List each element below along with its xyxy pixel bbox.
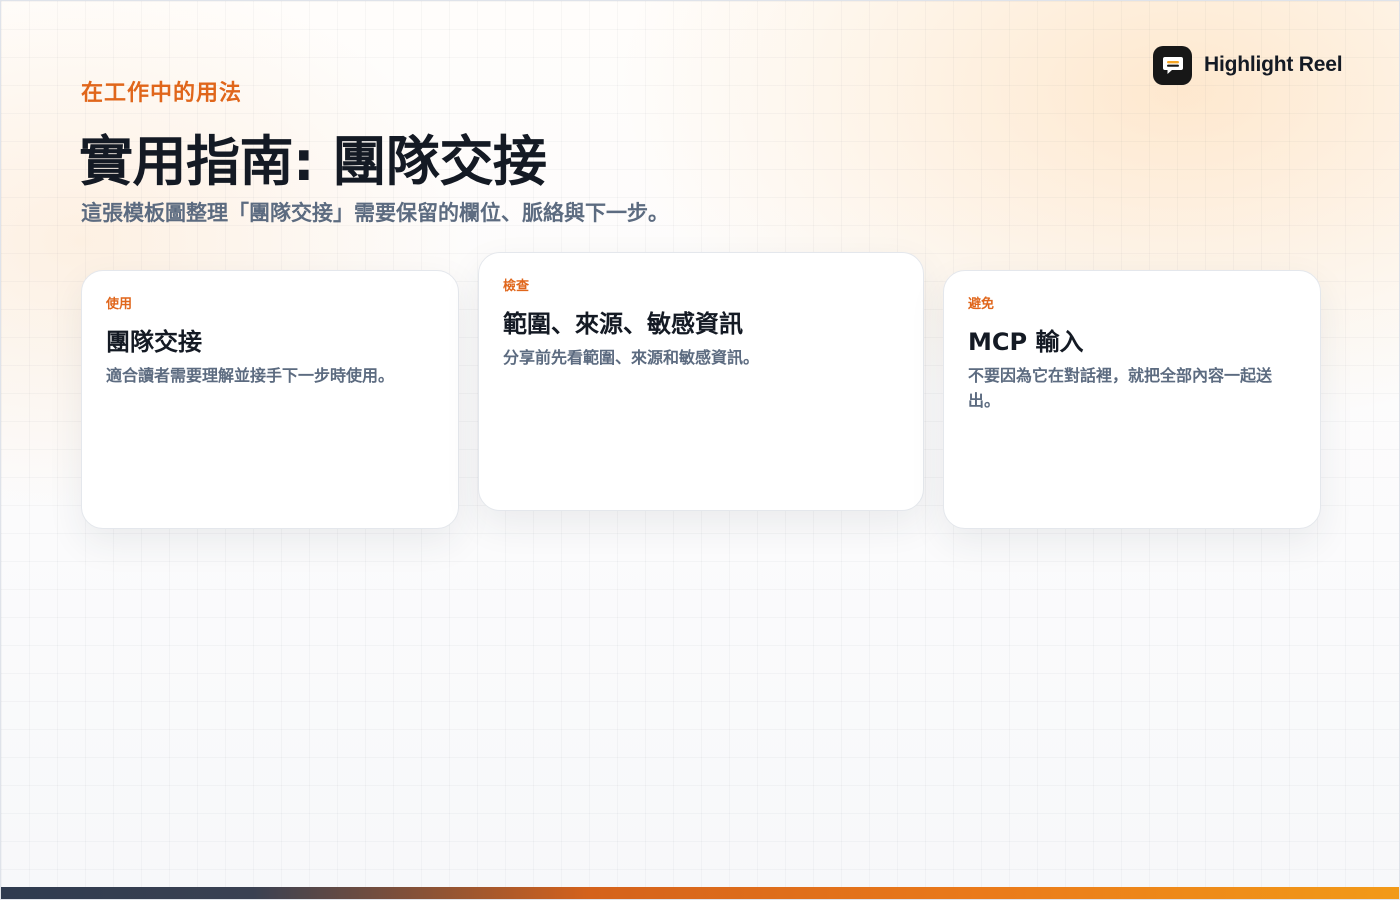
card-use: 使用 團隊交接 適合讀者需要理解並接手下一步時使用。 [81, 270, 459, 529]
slide-canvas: Highlight Reel 在工作中的用法 實用指南: 團隊交接 這張模板圖整… [0, 0, 1400, 900]
card-tag: 檢查 [503, 279, 530, 294]
card-heading: 團隊交接 [106, 328, 202, 356]
card-heading: MCP 輸入 [968, 328, 1084, 356]
card-body: 不要因為它在對話裡，就把全部內容一起送出。 [968, 366, 1273, 410]
card-check: 檢查 範圍、來源、敏感資訊 分享前先看範圍、來源和敏感資訊。 [478, 252, 924, 511]
chat-bubble-icon [1153, 45, 1192, 85]
card-tag: 使用 [106, 297, 133, 312]
brand-name: Highlight Reel [1204, 53, 1343, 76]
bottom-accent-bar [1, 887, 1399, 899]
card-body: 分享前先看範圍、來源和敏感資訊。 [503, 348, 760, 367]
page-subtitle: 這張模板圖整理「團隊交接」需要保留的欄位、脈絡與下一步。 [81, 201, 669, 225]
card-heading: 範圍、來源、敏感資訊 [503, 310, 743, 338]
section-eyebrow: 在工作中的用法 [81, 81, 243, 106]
page-title: 實用指南: 團隊交接 [79, 130, 547, 193]
card-body: 適合讀者需要理解並接手下一步時使用。 [106, 366, 395, 385]
brand: Highlight Reel [1153, 45, 1343, 85]
card-avoid: 避免 MCP 輸入 不要因為它在對話裡，就把全部內容一起送出。 [943, 270, 1321, 529]
card-tag: 避免 [968, 297, 995, 312]
